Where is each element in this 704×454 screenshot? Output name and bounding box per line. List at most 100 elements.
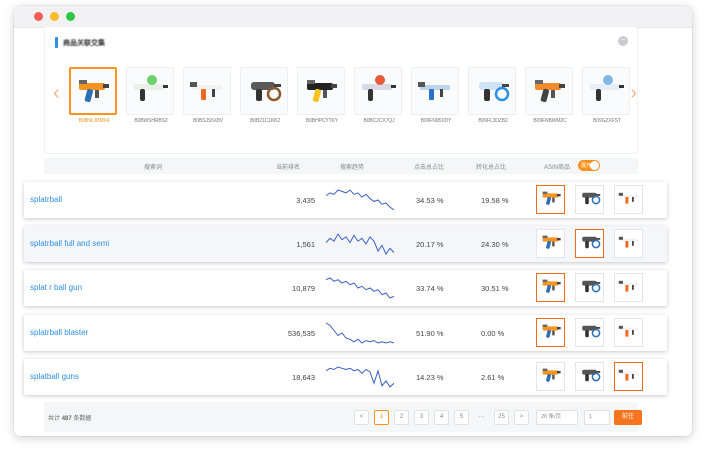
product-card[interactable]: B09GZXFST — [582, 67, 632, 129]
product-carousel: ‹ › B08NLJDMX4 B0BWSHRBS2 B0BSJS5X8V B0B… — [53, 67, 637, 129]
asin-thumbnail[interactable] — [614, 362, 643, 391]
product-thumbnail[interactable] — [411, 67, 459, 115]
asin-thumbnail[interactable] — [536, 229, 565, 258]
blue-blaster-icon — [415, 69, 455, 114]
carousel-prev-icon[interactable]: ‹ — [53, 83, 60, 103]
goto-button[interactable]: 前往 — [614, 410, 642, 425]
panel-title: 商品关联交集 — [63, 39, 105, 47]
product-asin: B09FL3DZB2 — [478, 118, 508, 124]
asin-thumbnail[interactable] — [575, 229, 604, 258]
trend-line — [326, 277, 394, 299]
conversion-share-value: 2.61 % — [481, 373, 505, 382]
table-row[interactable]: splatball guns 18,643 14.23 % 2.61 % — [24, 359, 667, 395]
header-keyword: 搜索词 — [144, 165, 163, 171]
header-trend: 搜索趋势 — [340, 165, 365, 171]
minimize-window-button[interactable] — [50, 12, 59, 21]
trend-line — [326, 366, 394, 388]
asin-thumbnail[interactable] — [614, 273, 643, 302]
product-thumbnail[interactable] — [582, 67, 630, 115]
toy-gun-icon — [578, 273, 602, 302]
product-thumbnail[interactable] — [240, 67, 288, 115]
page-size-select[interactable]: 20 条/页 — [536, 410, 578, 425]
conversion-share-value: 24.30 % — [481, 240, 509, 249]
product-card[interactable]: B0BHPCYTKY — [297, 67, 347, 129]
product-card[interactable]: B09FNBWM2C — [525, 67, 575, 129]
click-share-value: 14.23 % — [416, 373, 444, 382]
goto-page-input[interactable]: 1 — [584, 410, 610, 425]
rank-value: 10,879 — [292, 284, 315, 293]
asin-thumbnails — [536, 362, 643, 391]
asin-thumbnail[interactable] — [536, 318, 565, 347]
trend-sparkline — [326, 189, 394, 211]
asin-thumbnail[interactable] — [536, 362, 565, 391]
product-asin: B0BHPCYTKY — [305, 118, 339, 124]
zoom-window-button[interactable] — [66, 12, 75, 21]
keyword-link[interactable]: splatball guns — [30, 372, 79, 381]
asin-thumbnail[interactable] — [575, 273, 604, 302]
table-row[interactable]: splatrball full and semi 1,561 20.17 % 2… — [24, 226, 667, 262]
trend-line — [326, 322, 394, 344]
asin-thumbnail[interactable] — [575, 185, 604, 214]
product-card[interactable]: B0BC2CX7QJ — [354, 67, 404, 129]
orange-gun-icon — [73, 69, 113, 113]
product-card[interactable]: B0B21C1KK2 — [240, 67, 290, 129]
page-button[interactable]: 4 — [434, 410, 449, 425]
page-button[interactable]: 25 — [494, 410, 509, 425]
asin-thumbnail[interactable] — [536, 185, 565, 214]
title-bar — [14, 6, 692, 28]
pagination-bar: 共计 487 条数据 <1 2 3 4 5… 25 > 20 条/页 1 前往 — [44, 402, 642, 432]
keyword-link[interactable]: splat r ball gun — [30, 283, 82, 292]
table-row[interactable]: splatrball 3,435 34.53 % 19.58 % — [24, 182, 667, 218]
conversion-share-value: 19.58 % — [481, 196, 509, 205]
product-card[interactable]: B0BSJS5X8V — [183, 67, 233, 129]
collapse-icon[interactable]: − — [618, 36, 628, 46]
page-button[interactable]: 2 — [394, 410, 409, 425]
splash-blaster-icon — [472, 69, 512, 114]
page-button[interactable]: 5 — [454, 410, 469, 425]
keyword-link[interactable]: splatrball blaster — [30, 328, 88, 337]
asin-thumbnail[interactable] — [536, 273, 565, 302]
asin-thumbnail[interactable] — [614, 185, 643, 214]
product-card[interactable]: B09FN95XDY — [411, 67, 461, 129]
product-thumbnail[interactable] — [468, 67, 516, 115]
keyword-link[interactable]: splatrball full and semi — [30, 239, 109, 248]
product-card[interactable]: B0BWSHRBS2 — [126, 67, 176, 129]
asin-thumbnail[interactable] — [614, 229, 643, 258]
rank-value: 1,561 — [296, 240, 315, 249]
asin-thumbnail[interactable] — [614, 318, 643, 347]
close-window-button[interactable] — [34, 12, 43, 21]
total-prefix: 共计 — [48, 416, 61, 422]
trend-line — [326, 189, 394, 211]
page-button[interactable]: 1 — [374, 410, 389, 425]
product-asin: B0BC2CX7QJ — [363, 118, 395, 124]
next-page-button[interactable]: > — [514, 410, 529, 425]
product-thumbnail[interactable] — [69, 67, 117, 115]
asin-toggle[interactable]: 展开 — [578, 160, 600, 171]
header-rank: 当前排名 — [276, 165, 301, 171]
product-thumbnail[interactable] — [297, 67, 345, 115]
toy-gun-icon — [578, 185, 602, 214]
keyword-link[interactable]: splatrball — [30, 195, 62, 204]
header-click-share: 点击总占比 — [414, 165, 445, 171]
panel-header: 商品关联交集 — [55, 37, 105, 48]
product-card[interactable]: B08NLJDMX4 — [69, 67, 119, 129]
table-row[interactable]: splat r ball gun 10,879 33.74 % 30.51 % — [24, 270, 667, 306]
toy-gun-icon — [539, 318, 563, 347]
page-button[interactable]: 3 — [414, 410, 429, 425]
toy-gun-icon — [578, 362, 602, 391]
product-thumbnail[interactable] — [183, 67, 231, 115]
green-blaster-icon — [130, 69, 170, 114]
toy-gun-icon — [617, 229, 641, 258]
table-row[interactable]: splatrball blaster 536,535 51.90 % 0.00 … — [24, 315, 667, 351]
trend-sparkline — [326, 322, 394, 344]
panel-title-marker — [55, 37, 58, 48]
trend-sparkline — [326, 277, 394, 299]
product-thumbnail[interactable] — [354, 67, 402, 115]
asin-thumbnail[interactable] — [575, 362, 604, 391]
product-thumbnail[interactable] — [126, 67, 174, 115]
asin-thumbnail[interactable] — [575, 318, 604, 347]
click-share-value: 34.53 % — [416, 196, 444, 205]
prev-page-button[interactable]: < — [354, 410, 369, 425]
product-card[interactable]: B09FL3DZB2 — [468, 67, 518, 129]
product-thumbnail[interactable] — [525, 67, 573, 115]
